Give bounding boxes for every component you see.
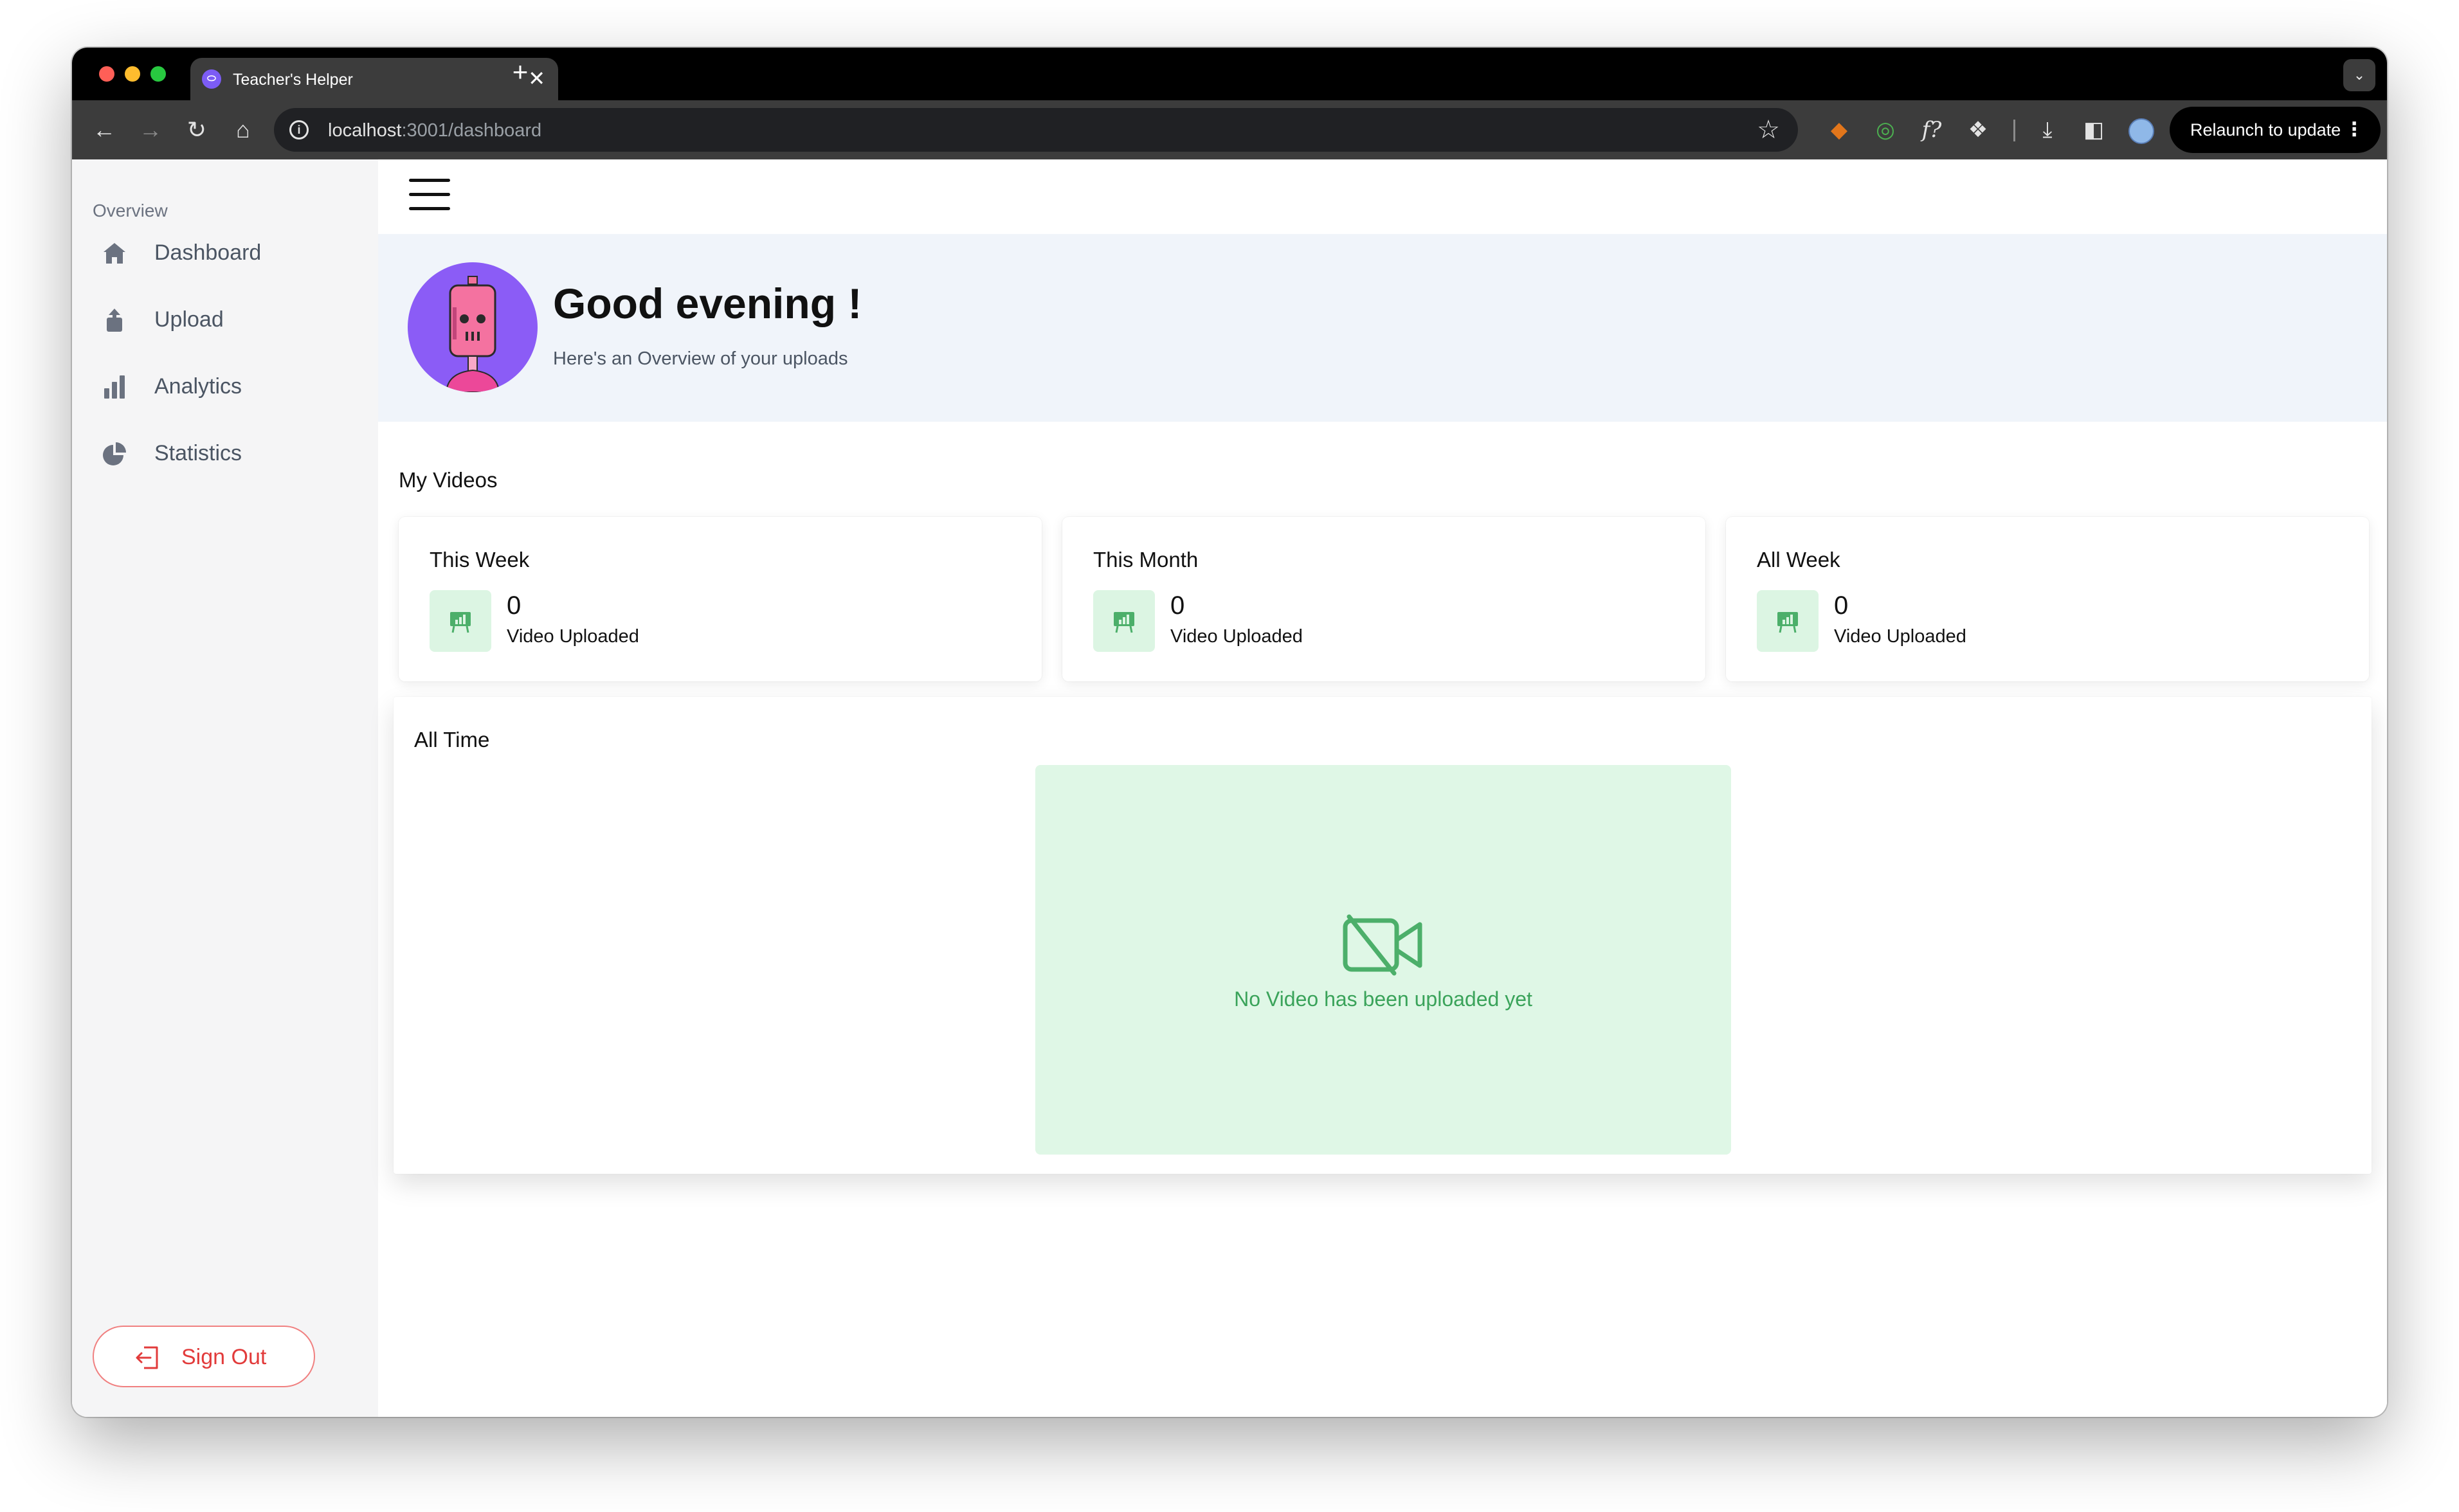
robot-avatar xyxy=(408,262,538,392)
stat-card-value: 0 xyxy=(1170,591,1185,620)
reload-icon[interactable]: ↻ xyxy=(179,112,215,148)
sidebar: Overview Dashboard Upload Analytics Stat… xyxy=(72,159,378,1417)
fox-extension-icon[interactable]: ◆ xyxy=(1821,112,1857,148)
upload-icon xyxy=(107,309,122,332)
bookmark-star-icon[interactable]: ☆ xyxy=(1757,116,1780,144)
tab-bar: ⬭ Teacher's Helper ✕ + ⌄ xyxy=(72,48,2387,100)
sidebar-item-label: Dashboard xyxy=(154,240,262,265)
greeting-subtitle: Here's an Overview of your uploads xyxy=(553,348,848,369)
window-minimize-button[interactable] xyxy=(125,66,140,82)
video-stats-icon xyxy=(430,590,491,652)
bar-chart-icon xyxy=(104,375,125,399)
home-icon[interactable]: ⌂ xyxy=(225,112,261,148)
profile-avatar-icon[interactable] xyxy=(2128,118,2154,144)
main-content: Good evening ! Here's an Overview of you… xyxy=(378,159,2387,1417)
stat-card-title: All Week xyxy=(1757,548,1840,572)
all-time-heading: All Time xyxy=(414,728,490,752)
extensions-puzzle-icon[interactable]: ❖ xyxy=(1960,112,1996,148)
sidebar-item-dashboard[interactable]: Dashboard xyxy=(102,228,359,279)
stat-card-value: 0 xyxy=(507,591,522,620)
side-panel-icon[interactable]: ◧ xyxy=(2076,112,2112,148)
all-time-panel: All Time No Video has been uploaded yet xyxy=(394,697,2372,1174)
window-close-button[interactable] xyxy=(99,66,114,82)
stat-card-this-month: This Month 0 Video Uploaded xyxy=(1062,517,1705,681)
tab-search-chevron-icon[interactable]: ⌄ xyxy=(2343,59,2375,91)
browser-menu-icon[interactable]: ⋮ xyxy=(2345,107,2364,153)
stat-card-title: This Week xyxy=(430,548,530,572)
stat-card-all-week: All Week 0 Video Uploaded xyxy=(1726,517,2369,681)
robot-avatar-icon xyxy=(445,276,500,392)
sign-out-button[interactable]: Sign Out xyxy=(93,1326,315,1387)
pie-chart-icon xyxy=(103,442,126,465)
video-off-icon xyxy=(1343,914,1422,976)
tab-title: Teacher's Helper xyxy=(233,71,353,89)
home-icon xyxy=(104,243,125,264)
back-arrow-icon[interactable]: ← xyxy=(86,112,122,148)
my-videos-heading: My Videos xyxy=(399,468,498,492)
video-stats-icon xyxy=(1757,590,1819,652)
sidebar-item-label: Statistics xyxy=(154,441,242,465)
window-maximize-button[interactable] xyxy=(150,66,166,82)
sidebar-section-label: Overview xyxy=(93,201,168,221)
stat-card-label: Video Uploaded xyxy=(1170,626,1303,647)
hamburger-menu-icon[interactable] xyxy=(409,179,450,211)
stat-card-label: Video Uploaded xyxy=(1834,626,1966,647)
browser-window: ⬭ Teacher's Helper ✕ + ⌄ ← → ↻ ⌂ i local… xyxy=(72,48,2387,1417)
sign-out-icon xyxy=(136,1346,158,1369)
tab-favicon-icon: ⬭ xyxy=(202,69,221,89)
download-icon[interactable]: ⤓ xyxy=(2029,112,2065,148)
url-path: :3001/dashboard xyxy=(401,120,542,141)
stat-card-value: 0 xyxy=(1834,591,1849,620)
sidebar-item-label: Upload xyxy=(154,307,224,332)
sign-out-label: Sign Out xyxy=(181,1345,267,1369)
url-text[interactable]: localhost:3001/dashboard xyxy=(328,120,541,141)
page-content: Overview Dashboard Upload Analytics Stat… xyxy=(72,159,2387,1417)
forward-arrow-icon[interactable]: → xyxy=(132,112,168,148)
greeting-title: Good evening ! xyxy=(553,280,862,327)
stat-card-label: Video Uploaded xyxy=(507,626,639,647)
address-bar[interactable]: i localhost:3001/dashboard ☆ xyxy=(274,108,1798,152)
circle-extension-icon[interactable]: ◎ xyxy=(1867,112,1903,148)
video-stats-icon xyxy=(1093,590,1155,652)
stat-card-this-week: This Week 0 Video Uploaded xyxy=(399,517,1042,681)
tab-teachers-helper[interactable]: ⬭ Teacher's Helper ✕ xyxy=(190,58,558,100)
new-tab-button[interactable]: + xyxy=(504,54,536,90)
sidebar-item-analytics[interactable]: Analytics xyxy=(102,361,359,413)
stat-card-title: This Month xyxy=(1093,548,1199,572)
empty-state: No Video has been uploaded yet xyxy=(1035,765,1731,1155)
empty-state-message: No Video has been uploaded yet xyxy=(1234,987,1532,1011)
sidebar-item-upload[interactable]: Upload xyxy=(102,294,359,346)
url-host: localhost xyxy=(328,120,402,141)
browser-toolbar: ← → ↻ ⌂ i localhost:3001/dashboard ☆ ◆ ◎… xyxy=(72,100,2387,159)
sidebar-item-label: Analytics xyxy=(154,374,242,399)
function-extension-icon[interactable]: f? xyxy=(1914,112,1950,148)
greeting-banner: Good evening ! Here's an Overview of you… xyxy=(378,234,2387,422)
relaunch-button[interactable]: Relaunch to update ⋮ xyxy=(2170,107,2381,153)
toolbar-divider xyxy=(2013,120,2015,141)
sidebar-item-statistics[interactable]: Statistics xyxy=(102,428,359,480)
relaunch-label: Relaunch to update xyxy=(2190,120,2341,140)
site-info-icon[interactable]: i xyxy=(289,120,309,140)
